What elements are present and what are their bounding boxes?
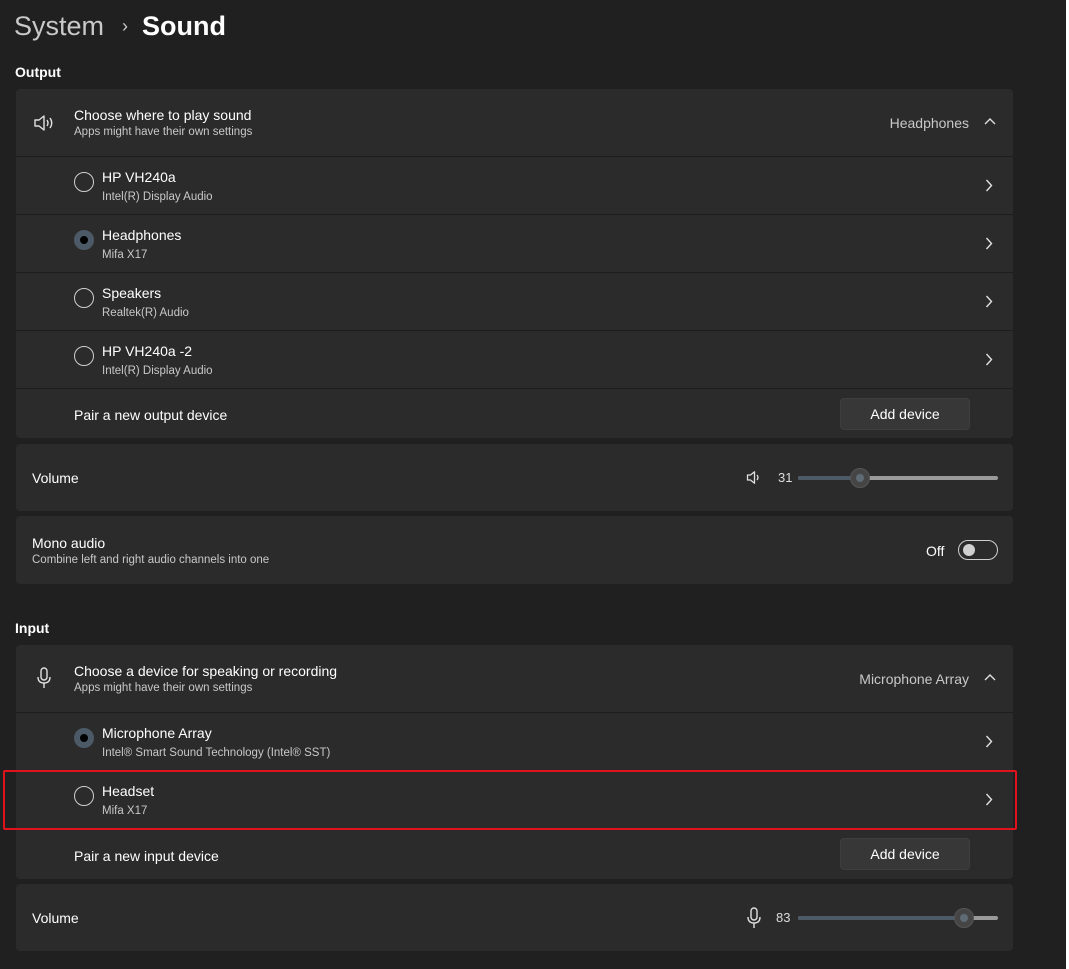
- chevron-right-icon[interactable]: [985, 179, 993, 192]
- input-device-chooser[interactable]: Choose a device for speaking or recordin…: [16, 645, 1013, 712]
- microphone-icon: [37, 667, 51, 688]
- mono-audio-card: Mono audio Combine left and right audio …: [16, 516, 1013, 584]
- chevron-right-icon[interactable]: [985, 237, 993, 250]
- pair-output-label: Pair a new output device: [74, 407, 228, 423]
- highlight-box: [3, 770, 1017, 830]
- mono-audio-subtitle: Combine left and right audio channels in…: [32, 554, 270, 566]
- device-driver: Intel(R) Display Audio: [102, 191, 213, 203]
- device-name: HP VH240a: [102, 169, 176, 185]
- output-device-row-hp-vh240a-2[interactable]: HP VH240a -2 Intel(R) Display Audio: [16, 331, 1013, 388]
- page-title: Sound: [142, 10, 227, 41]
- chevron-right-icon[interactable]: [985, 353, 993, 366]
- chevron-right-icon[interactable]: [985, 735, 993, 748]
- chevron-right-icon[interactable]: [985, 295, 993, 308]
- input-volume-card: Volume 83: [16, 884, 1013, 951]
- device-driver: Mifa X17: [102, 249, 148, 261]
- speaker-icon: [34, 115, 53, 131]
- chevron-up-icon[interactable]: [984, 673, 996, 681]
- output-device-row-hp-vh240a[interactable]: HP VH240a Intel(R) Display Audio: [16, 157, 1013, 214]
- pair-input-device-row: Pair a new input device Add device: [16, 829, 1013, 879]
- device-name: Microphone Array: [102, 725, 212, 741]
- output-chooser-subtitle: Apps might have their own settings: [74, 126, 253, 138]
- output-device-radio[interactable]: [74, 172, 94, 192]
- chevron-up-icon[interactable]: [984, 117, 996, 125]
- output-device-row-headphones[interactable]: Headphones Mifa X17: [16, 215, 1013, 272]
- device-name: HP VH240a -2: [102, 343, 193, 359]
- breadcrumb: System › Sound: [14, 8, 226, 44]
- toggle-knob: [963, 544, 975, 556]
- input-volume-label: Volume: [32, 910, 79, 926]
- input-device-row-microphone-array[interactable]: Microphone Array Intel® Smart Sound Tech…: [16, 713, 1013, 770]
- device-name: Speakers: [102, 285, 162, 301]
- input-selected-value: Microphone Array: [859, 671, 969, 687]
- pair-input-label: Pair a new input device: [74, 848, 219, 864]
- output-volume-slider-thumb[interactable]: [850, 468, 870, 488]
- device-driver: Intel® Smart Sound Technology (Intel® SS…: [102, 747, 331, 759]
- output-device-radio[interactable]: [74, 346, 94, 366]
- output-volume-label: Volume: [32, 470, 79, 486]
- mono-audio-title: Mono audio: [32, 535, 106, 551]
- input-volume-slider-thumb[interactable]: [954, 908, 974, 928]
- add-output-device-button[interactable]: Add device: [840, 398, 970, 430]
- output-volume-card: Volume 31: [16, 444, 1013, 511]
- input-chooser-subtitle: Apps might have their own settings: [74, 682, 253, 694]
- input-volume-value: 83: [776, 910, 791, 925]
- pair-output-device-row: Pair a new output device Add device: [16, 389, 1013, 438]
- output-section-label: Output: [15, 64, 61, 80]
- input-device-radio-selected[interactable]: [74, 728, 94, 748]
- input-volume-slider-fill: [798, 916, 964, 920]
- device-driver: Realtek(R) Audio: [102, 307, 189, 319]
- add-input-device-button[interactable]: Add device: [840, 838, 970, 870]
- mono-audio-toggle[interactable]: [958, 540, 998, 560]
- input-section-label: Input: [15, 620, 50, 636]
- output-device-chooser[interactable]: Choose where to play sound Apps might ha…: [16, 89, 1013, 156]
- device-driver: Intel(R) Display Audio: [102, 365, 213, 377]
- breadcrumb-separator: ›: [122, 15, 129, 36]
- input-chooser-title: Choose a device for speaking or recordin…: [74, 663, 338, 679]
- speaker-icon[interactable]: [746, 470, 762, 485]
- breadcrumb-system-link[interactable]: System: [14, 11, 104, 42]
- output-selected-value: Headphones: [889, 115, 969, 131]
- mono-audio-state: Off: [926, 543, 945, 559]
- output-device-radio-selected[interactable]: [74, 230, 94, 250]
- device-name: Headphones: [102, 227, 182, 243]
- output-device-row-speakers[interactable]: Speakers Realtek(R) Audio: [16, 273, 1013, 330]
- microphone-icon[interactable]: [747, 907, 761, 929]
- output-device-radio[interactable]: [74, 288, 94, 308]
- output-volume-value: 31: [778, 470, 793, 485]
- output-chooser-title: Choose where to play sound: [74, 107, 252, 123]
